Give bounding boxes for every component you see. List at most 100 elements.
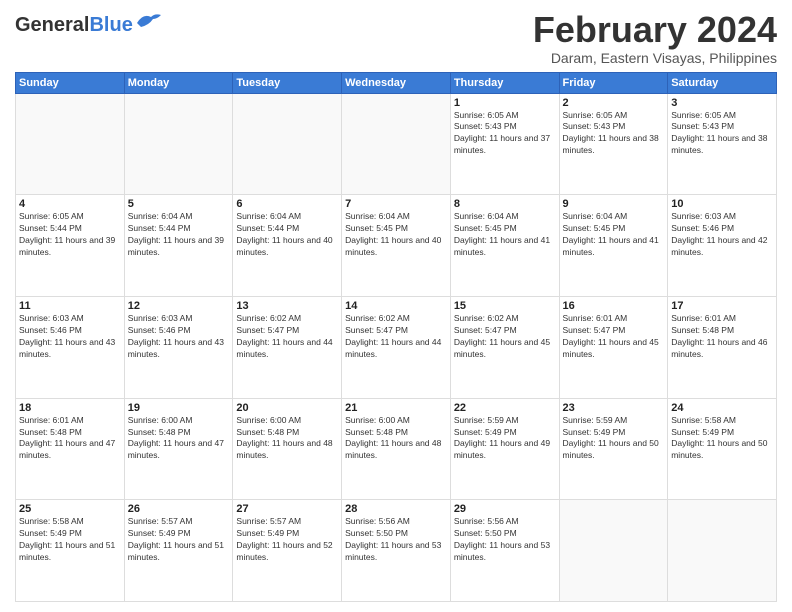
day-number: 8 (454, 198, 556, 210)
title-area: February 2024 Daram, Eastern Visayas, Ph… (533, 10, 777, 66)
calendar-week-row: 1Sunrise: 6:05 AMSunset: 5:43 PMDaylight… (16, 93, 777, 195)
table-row: 6Sunrise: 6:04 AMSunset: 5:44 PMDaylight… (233, 195, 342, 297)
day-info: Sunrise: 6:05 AMSunset: 5:43 PMDaylight:… (454, 110, 556, 158)
day-number: 21 (345, 402, 447, 414)
table-row: 3Sunrise: 6:05 AMSunset: 5:43 PMDaylight… (668, 93, 777, 195)
day-number: 1 (454, 97, 556, 109)
day-info: Sunrise: 6:04 AMSunset: 5:44 PMDaylight:… (236, 211, 338, 259)
logo-bird-icon (135, 11, 161, 33)
day-number: 11 (19, 300, 121, 312)
calendar-table: Sunday Monday Tuesday Wednesday Thursday… (15, 72, 777, 602)
day-number: 20 (236, 402, 338, 414)
day-info: Sunrise: 6:03 AMSunset: 5:46 PMDaylight:… (128, 313, 230, 361)
day-info: Sunrise: 6:01 AMSunset: 5:48 PMDaylight:… (19, 415, 121, 463)
day-info: Sunrise: 6:01 AMSunset: 5:47 PMDaylight:… (563, 313, 665, 361)
table-row: 26Sunrise: 5:57 AMSunset: 5:49 PMDayligh… (124, 500, 233, 602)
table-row: 28Sunrise: 5:56 AMSunset: 5:50 PMDayligh… (342, 500, 451, 602)
header-sunday: Sunday (16, 72, 125, 93)
day-number: 22 (454, 402, 556, 414)
table-row: 18Sunrise: 6:01 AMSunset: 5:48 PMDayligh… (16, 398, 125, 500)
day-info: Sunrise: 6:05 AMSunset: 5:43 PMDaylight:… (563, 110, 665, 158)
day-info: Sunrise: 6:03 AMSunset: 5:46 PMDaylight:… (671, 211, 773, 259)
calendar-week-row: 18Sunrise: 6:01 AMSunset: 5:48 PMDayligh… (16, 398, 777, 500)
table-row: 21Sunrise: 6:00 AMSunset: 5:48 PMDayligh… (342, 398, 451, 500)
table-row: 15Sunrise: 6:02 AMSunset: 5:47 PMDayligh… (450, 296, 559, 398)
day-number: 2 (563, 97, 665, 109)
day-info: Sunrise: 5:58 AMSunset: 5:49 PMDaylight:… (19, 516, 121, 564)
table-row: 17Sunrise: 6:01 AMSunset: 5:48 PMDayligh… (668, 296, 777, 398)
table-row: 14Sunrise: 6:02 AMSunset: 5:47 PMDayligh… (342, 296, 451, 398)
header-saturday: Saturday (668, 72, 777, 93)
table-row: 20Sunrise: 6:00 AMSunset: 5:48 PMDayligh… (233, 398, 342, 500)
day-number: 16 (563, 300, 665, 312)
day-number: 4 (19, 198, 121, 210)
day-info: Sunrise: 6:02 AMSunset: 5:47 PMDaylight:… (345, 313, 447, 361)
day-info: Sunrise: 6:00 AMSunset: 5:48 PMDaylight:… (345, 415, 447, 463)
calendar-header-row: Sunday Monday Tuesday Wednesday Thursday… (16, 72, 777, 93)
month-title: February 2024 (533, 10, 777, 50)
day-number: 18 (19, 402, 121, 414)
table-row: 4Sunrise: 6:05 AMSunset: 5:44 PMDaylight… (16, 195, 125, 297)
day-info: Sunrise: 6:00 AMSunset: 5:48 PMDaylight:… (128, 415, 230, 463)
page: GeneralBlue February 2024 Daram, Eastern… (0, 0, 792, 612)
day-number: 23 (563, 402, 665, 414)
day-number: 13 (236, 300, 338, 312)
table-row: 8Sunrise: 6:04 AMSunset: 5:45 PMDaylight… (450, 195, 559, 297)
day-info: Sunrise: 6:05 AMSunset: 5:43 PMDaylight:… (671, 110, 773, 158)
day-number: 26 (128, 503, 230, 515)
logo-text: GeneralBlue (15, 14, 133, 37)
table-row: 2Sunrise: 6:05 AMSunset: 5:43 PMDaylight… (559, 93, 668, 195)
day-info: Sunrise: 5:58 AMSunset: 5:49 PMDaylight:… (671, 415, 773, 463)
header-wednesday: Wednesday (342, 72, 451, 93)
table-row: 16Sunrise: 6:01 AMSunset: 5:47 PMDayligh… (559, 296, 668, 398)
table-row (124, 93, 233, 195)
location-title: Daram, Eastern Visayas, Philippines (533, 50, 777, 66)
day-number: 9 (563, 198, 665, 210)
table-row: 1Sunrise: 6:05 AMSunset: 5:43 PMDaylight… (450, 93, 559, 195)
table-row: 13Sunrise: 6:02 AMSunset: 5:47 PMDayligh… (233, 296, 342, 398)
day-number: 15 (454, 300, 556, 312)
day-info: Sunrise: 6:04 AMSunset: 5:44 PMDaylight:… (128, 211, 230, 259)
day-info: Sunrise: 6:04 AMSunset: 5:45 PMDaylight:… (345, 211, 447, 259)
day-number: 14 (345, 300, 447, 312)
table-row: 5Sunrise: 6:04 AMSunset: 5:44 PMDaylight… (124, 195, 233, 297)
table-row: 27Sunrise: 5:57 AMSunset: 5:49 PMDayligh… (233, 500, 342, 602)
day-number: 12 (128, 300, 230, 312)
day-number: 29 (454, 503, 556, 515)
table-row: 7Sunrise: 6:04 AMSunset: 5:45 PMDaylight… (342, 195, 451, 297)
header-monday: Monday (124, 72, 233, 93)
day-number: 3 (671, 97, 773, 109)
table-row: 9Sunrise: 6:04 AMSunset: 5:45 PMDaylight… (559, 195, 668, 297)
day-info: Sunrise: 6:03 AMSunset: 5:46 PMDaylight:… (19, 313, 121, 361)
header: GeneralBlue February 2024 Daram, Eastern… (15, 10, 777, 66)
day-info: Sunrise: 5:59 AMSunset: 5:49 PMDaylight:… (454, 415, 556, 463)
logo: GeneralBlue (15, 14, 161, 37)
table-row: 12Sunrise: 6:03 AMSunset: 5:46 PMDayligh… (124, 296, 233, 398)
table-row: 22Sunrise: 5:59 AMSunset: 5:49 PMDayligh… (450, 398, 559, 500)
day-info: Sunrise: 6:01 AMSunset: 5:48 PMDaylight:… (671, 313, 773, 361)
table-row: 11Sunrise: 6:03 AMSunset: 5:46 PMDayligh… (16, 296, 125, 398)
day-number: 25 (19, 503, 121, 515)
header-tuesday: Tuesday (233, 72, 342, 93)
table-row: 19Sunrise: 6:00 AMSunset: 5:48 PMDayligh… (124, 398, 233, 500)
day-info: Sunrise: 6:00 AMSunset: 5:48 PMDaylight:… (236, 415, 338, 463)
day-number: 24 (671, 402, 773, 414)
header-friday: Friday (559, 72, 668, 93)
table-row (559, 500, 668, 602)
day-info: Sunrise: 6:04 AMSunset: 5:45 PMDaylight:… (454, 211, 556, 259)
day-number: 19 (128, 402, 230, 414)
day-info: Sunrise: 6:02 AMSunset: 5:47 PMDaylight:… (454, 313, 556, 361)
day-number: 6 (236, 198, 338, 210)
table-row: 29Sunrise: 5:56 AMSunset: 5:50 PMDayligh… (450, 500, 559, 602)
table-row: 25Sunrise: 5:58 AMSunset: 5:49 PMDayligh… (16, 500, 125, 602)
day-number: 10 (671, 198, 773, 210)
day-info: Sunrise: 5:56 AMSunset: 5:50 PMDaylight:… (345, 516, 447, 564)
day-info: Sunrise: 5:57 AMSunset: 5:49 PMDaylight:… (236, 516, 338, 564)
day-info: Sunrise: 6:02 AMSunset: 5:47 PMDaylight:… (236, 313, 338, 361)
day-number: 5 (128, 198, 230, 210)
calendar-week-row: 4Sunrise: 6:05 AMSunset: 5:44 PMDaylight… (16, 195, 777, 297)
day-info: Sunrise: 6:05 AMSunset: 5:44 PMDaylight:… (19, 211, 121, 259)
table-row: 10Sunrise: 6:03 AMSunset: 5:46 PMDayligh… (668, 195, 777, 297)
day-info: Sunrise: 5:56 AMSunset: 5:50 PMDaylight:… (454, 516, 556, 564)
day-number: 28 (345, 503, 447, 515)
